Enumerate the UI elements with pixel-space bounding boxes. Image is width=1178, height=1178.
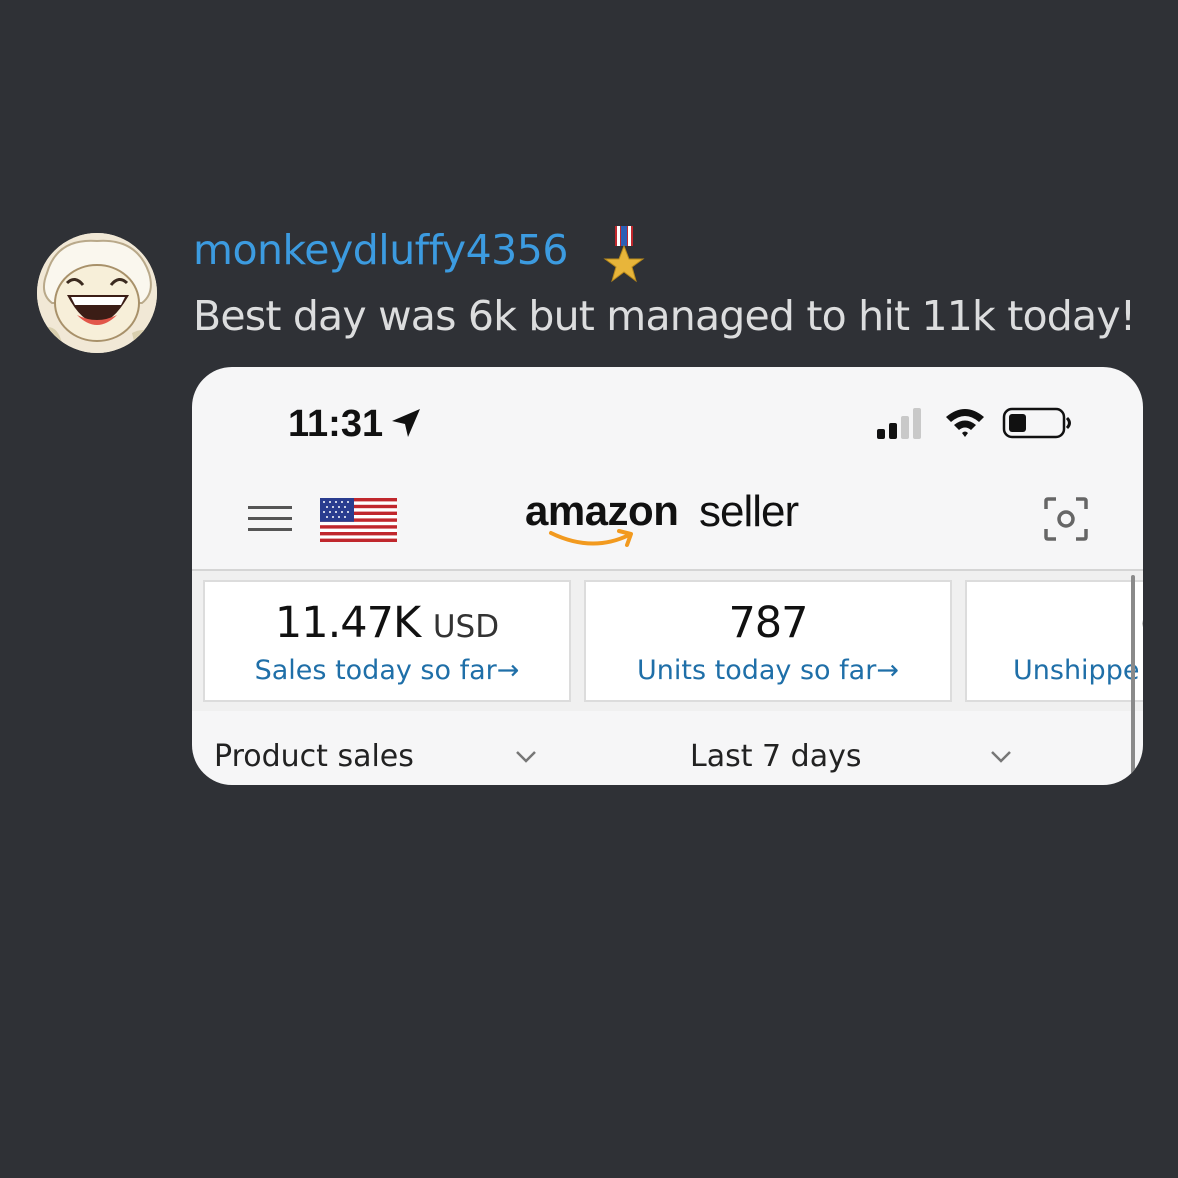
amazon-seller-logo: amazon seller: [525, 487, 815, 557]
message-text: Best day was 6k but managed to hit 11k t…: [193, 292, 1136, 340]
battery-icon: [1002, 407, 1071, 439]
sales-tile[interactable]: 11.47K USD Sales today so far→: [203, 580, 571, 702]
sales-amount: 11.47K: [274, 598, 421, 648]
username[interactable]: monkeydluffy4356: [193, 226, 568, 274]
unshipped-value: (: [1139, 598, 1143, 648]
units-link-label: Units today so far: [637, 655, 877, 686]
hamburger-menu-icon[interactable]: [248, 504, 292, 534]
status-time: 11:31: [288, 403, 384, 445]
us-flag-icon[interactable]: [320, 498, 397, 542]
wifi-icon: [946, 409, 984, 437]
sales-value: 11.47K USD: [205, 598, 569, 648]
signal-icon: [877, 408, 921, 439]
sales-link[interactable]: Sales today so far→: [205, 655, 569, 686]
chevron-down-icon[interactable]: [514, 749, 538, 765]
sales-link-label: Sales today so far: [254, 655, 497, 686]
product-sales-dropdown[interactable]: Product sales: [214, 739, 414, 774]
scrollbar[interactable]: [1131, 575, 1135, 775]
chevron-down-icon[interactable]: [989, 749, 1013, 765]
arrow-right-icon: →: [496, 655, 520, 686]
attached-screenshot[interactable]: 11:31 amazon seller 11.47K USD Sales tod…: [192, 367, 1143, 785]
brand-seller: seller: [699, 487, 799, 536]
amazon-smile-icon: [549, 529, 633, 547]
units-value: 787: [728, 598, 808, 648]
arrow-right-icon: →: [876, 655, 899, 686]
unshipped-link[interactable]: Unshippe: [1013, 655, 1139, 686]
unshipped-tile[interactable]: ( Unshippe: [965, 580, 1143, 702]
units-link[interactable]: Units today so far→: [586, 655, 950, 686]
user-avatar[interactable]: [37, 233, 157, 353]
location-arrow-icon: [392, 409, 420, 437]
date-range-dropdown[interactable]: Last 7 days: [690, 739, 861, 774]
scan-icon[interactable]: [1044, 497, 1088, 541]
units-tile[interactable]: 787 Units today so far→: [584, 580, 952, 702]
sales-currency: USD: [432, 609, 500, 645]
medal-icon: [603, 226, 645, 283]
